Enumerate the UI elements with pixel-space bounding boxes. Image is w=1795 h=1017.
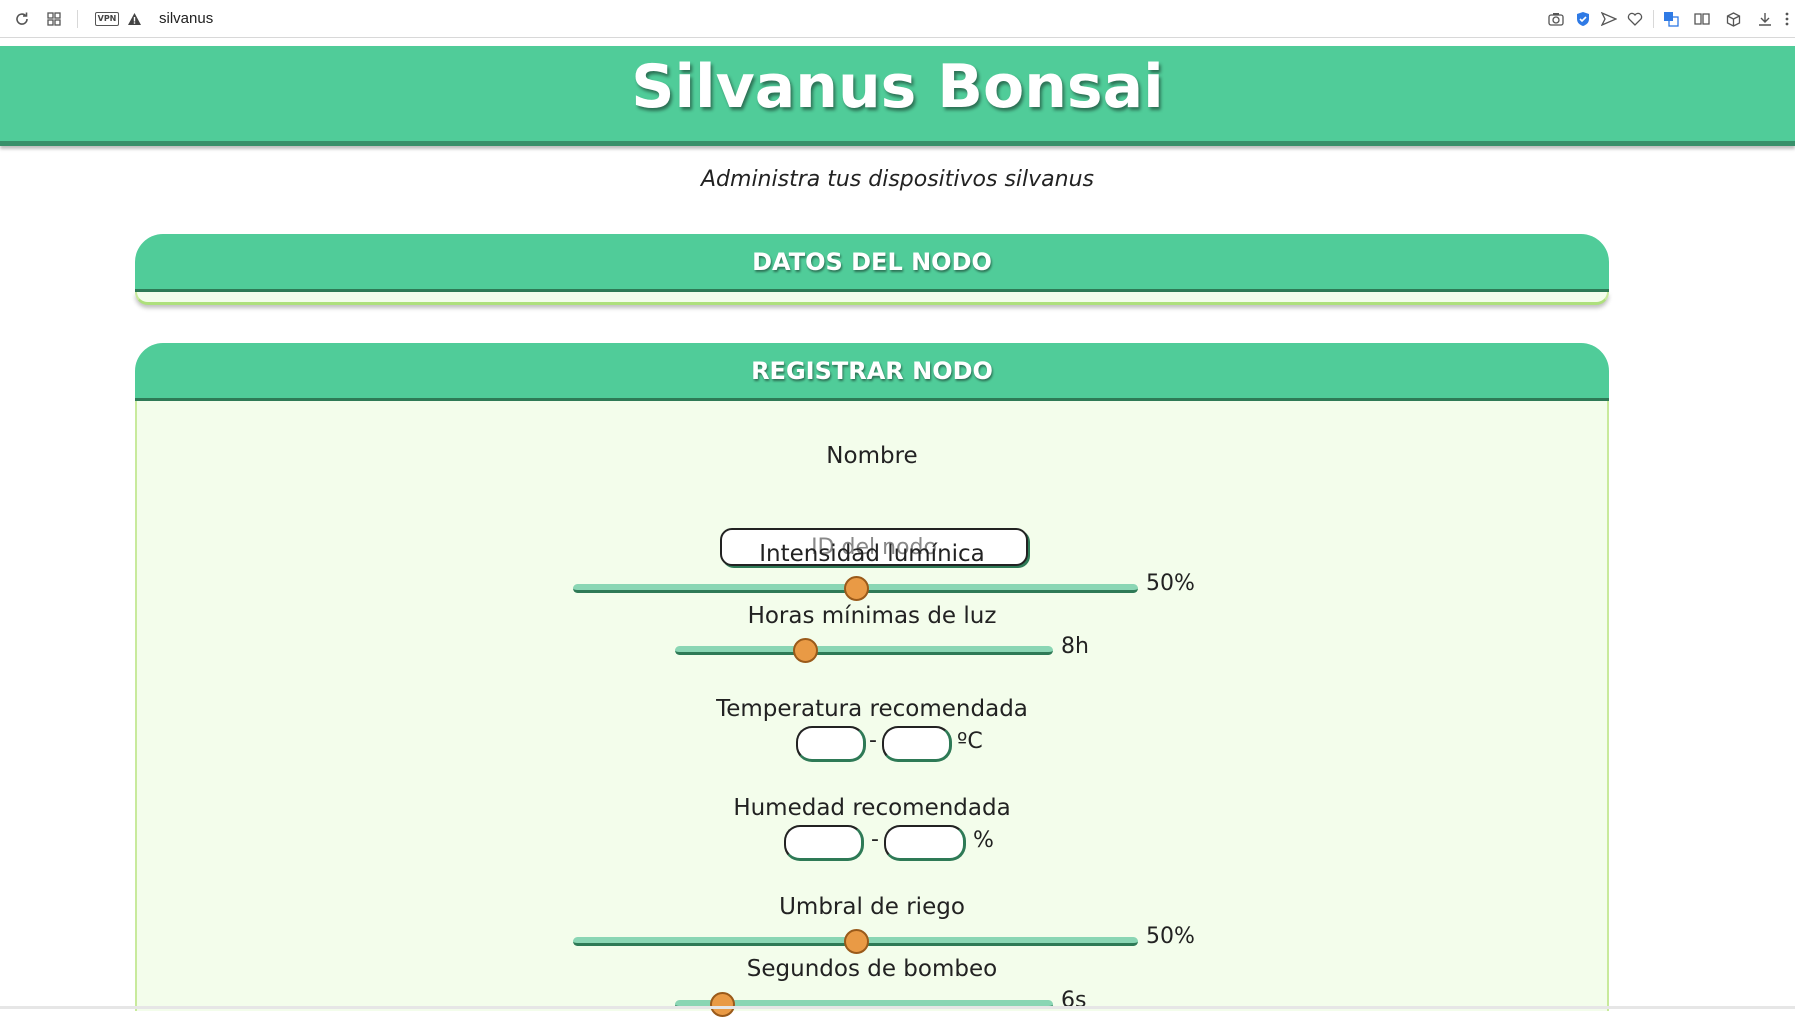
- translate-icon[interactable]: [1661, 9, 1681, 29]
- slider-thumb[interactable]: [710, 992, 736, 1017]
- address-bar-url[interactable]: silvanus: [159, 10, 213, 27]
- name-label: Nombre: [826, 443, 918, 469]
- humidity-unit: %: [973, 828, 994, 853]
- register-node-panel: REGISTRAR NODO Nombre Intensidad lumínic…: [135, 343, 1609, 1017]
- slider-thumb[interactable]: [843, 576, 869, 601]
- site-header: Silvanus Bonsai: [0, 46, 1795, 146]
- pump-seconds-slider[interactable]: [675, 991, 1053, 1017]
- temperature-min-input[interactable]: [796, 726, 866, 762]
- humidity-separator: -: [871, 827, 879, 852]
- reader-icon[interactable]: [1692, 9, 1712, 29]
- site-subtitle: Administra tus dispositivos silvanus: [701, 167, 1094, 192]
- warning-icon[interactable]: [125, 9, 143, 29]
- slider-track: [675, 646, 1053, 655]
- tabs-grid-icon[interactable]: [44, 9, 64, 29]
- toolbar-separator: [77, 10, 78, 28]
- menu-icon[interactable]: [1782, 9, 1792, 29]
- node-data-panel-header[interactable]: DATOS DEL NODO: [135, 234, 1609, 292]
- browser-toolbar: VPN silvanus: [0, 0, 1795, 38]
- light-intensity-value: 50%: [1146, 571, 1195, 596]
- register-node-panel-title: REGISTRAR NODO: [751, 357, 993, 385]
- reload-icon[interactable]: [12, 9, 32, 29]
- node-data-panel-body: [135, 292, 1609, 305]
- watering-threshold-value: 50%: [1146, 924, 1195, 949]
- min-light-hours-slider[interactable]: [675, 637, 1053, 663]
- node-data-panel-title: DATOS DEL NODO: [752, 248, 992, 276]
- temperature-label: Temperatura recomendada: [716, 696, 1028, 722]
- site-title: Silvanus Bonsai: [631, 52, 1164, 122]
- node-data-panel[interactable]: DATOS DEL NODO: [135, 234, 1609, 305]
- heart-icon[interactable]: [1625, 9, 1645, 29]
- temperature-separator: -: [869, 728, 877, 753]
- temperature-max-input[interactable]: [882, 726, 952, 762]
- watering-threshold-label: Umbral de riego: [779, 894, 965, 920]
- register-node-form: Nombre Intensidad lumínica 50% Horas mín…: [135, 401, 1609, 1017]
- humidity-max-input[interactable]: [884, 825, 966, 861]
- register-node-panel-header[interactable]: REGISTRAR NODO: [135, 343, 1609, 401]
- temperature-unit: ºC: [957, 729, 983, 754]
- slider-thumb[interactable]: [793, 638, 818, 663]
- pump-seconds-value: 6s: [1061, 988, 1087, 1013]
- shield-icon[interactable]: [1573, 9, 1593, 29]
- light-intensity-slider[interactable]: [573, 575, 1138, 601]
- light-intensity-label: Intensidad lumínica: [759, 541, 985, 567]
- min-light-hours-value: 8h: [1061, 634, 1089, 659]
- box-icon[interactable]: [1723, 9, 1743, 29]
- send-icon[interactable]: [1599, 9, 1619, 29]
- min-light-hours-label: Horas mínimas de luz: [747, 603, 997, 629]
- humidity-label: Humedad recomendada: [733, 795, 1011, 821]
- watering-threshold-slider[interactable]: [573, 928, 1138, 954]
- humidity-min-input[interactable]: [784, 825, 864, 861]
- pump-seconds-label: Segundos de bombeo: [746, 956, 998, 982]
- camera-icon[interactable]: [1546, 9, 1566, 29]
- download-icon[interactable]: [1755, 9, 1775, 29]
- toolbar-separator: [1653, 10, 1654, 28]
- slider-thumb[interactable]: [843, 929, 869, 954]
- vpn-badge[interactable]: VPN: [95, 12, 119, 26]
